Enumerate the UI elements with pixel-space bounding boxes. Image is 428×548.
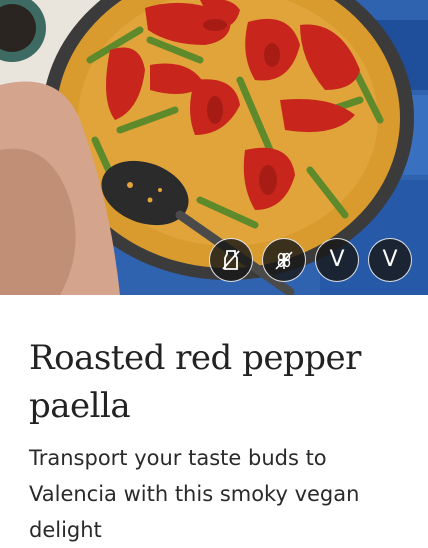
vegetarian-icon: V [329, 247, 345, 272]
vegan-icon: V [382, 247, 398, 272]
gluten-free-badge[interactable] [262, 238, 306, 282]
vegan-badge[interactable]: V [368, 238, 412, 282]
recipe-description: Transport your taste buds to Valencia wi… [29, 446, 360, 542]
dairy-free-icon [222, 250, 240, 270]
recipe-hero-image: V V [0, 0, 428, 295]
recipe-info: Roasted red pepper paella Transport your… [29, 334, 399, 548]
recipe-title: Roasted red pepper paella [29, 338, 361, 426]
vegetarian-badge[interactable]: V [315, 238, 359, 282]
dairy-free-badge[interactable] [209, 238, 253, 282]
gluten-free-icon [275, 251, 293, 270]
diet-badges: V V [209, 238, 412, 282]
